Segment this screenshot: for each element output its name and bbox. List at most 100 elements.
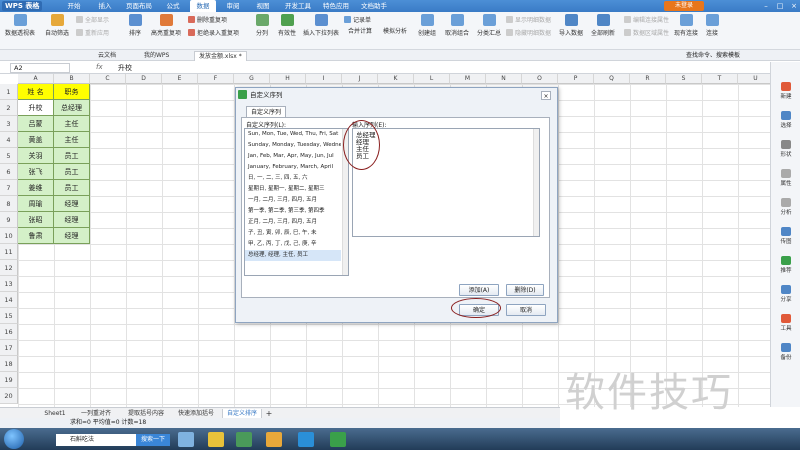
taskbar-folder-icon[interactable] [266,432,282,447]
column-header[interactable]: P [558,74,594,84]
row-header[interactable]: 5 [0,148,18,164]
taskbar-app-icon[interactable] [178,432,194,447]
list-item[interactable]: 星期日, 星期一, 星期二, 星期三 [245,184,341,195]
row-header[interactable]: 20 [0,388,18,404]
maximize-icon[interactable]: □ [774,0,786,12]
table-cell[interactable]: 经理 [54,196,90,212]
close-icon[interactable]: × [788,0,800,12]
reapply-button[interactable]: 重新应用 [76,29,109,39]
side-panel-item[interactable]: 新建 [771,80,800,104]
start-icon[interactable] [4,429,24,449]
range-props-button[interactable]: 数据区域属性 [624,29,669,39]
table-cell[interactable]: 黄盖 [18,132,54,148]
row-header[interactable]: 3 [0,116,18,132]
table-cell[interactable]: 员工 [54,148,90,164]
column-header[interactable]: O [522,74,558,84]
row-header[interactable]: 6 [0,164,18,180]
table-cell[interactable]: 关羽 [18,148,54,164]
column-header[interactable]: D [126,74,162,84]
doc-tab-mywps[interactable]: 我的WPS [140,51,173,61]
autofilter-button[interactable]: 自动筛选 [40,14,74,44]
taskbar-wps-writer-icon[interactable] [298,432,314,447]
menu-tab-assistant[interactable]: 文档助手 [356,0,392,12]
row-header[interactable]: 18 [0,356,18,372]
taskbar-search-button[interactable]: 搜索一下 [136,434,170,446]
cancel-button[interactable]: 取消 [506,304,546,316]
name-box[interactable]: A2 [10,63,70,73]
row-header[interactable]: 8 [0,196,18,212]
delete-duplicates-button[interactable]: 删除重复项 [188,16,227,26]
record-form-button[interactable]: 记录单 [344,16,371,26]
column-header[interactable]: E [162,74,198,84]
list-item[interactable]: 子, 丑, 寅, 卯, 辰, 巳, 午, 未 [245,228,341,239]
show-all-button[interactable]: 全部显示 [76,16,109,26]
row-header[interactable]: 12 [0,260,18,276]
list-item[interactable]: 甲, 乙, 丙, 丁, 戊, 己, 庚, 辛 [245,239,341,250]
column-header[interactable]: B [54,74,90,84]
side-panel-item[interactable]: 传图 [771,225,800,249]
app-logo[interactable]: WPS 表格 [2,1,43,11]
connect-button[interactable]: 连接 [702,14,722,44]
column-header[interactable]: M [450,74,486,84]
menu-tab-developer[interactable]: 开发工具 [280,0,316,12]
row-header[interactable]: 1 [0,84,18,100]
add-button[interactable]: 添加(A) [459,284,499,296]
side-panel-item[interactable]: 分享 [771,283,800,307]
menu-tab-page-layout[interactable]: 页面布局 [120,0,158,12]
table-cell[interactable]: 经理 [54,212,90,228]
column-header[interactable]: I [306,74,342,84]
menu-tab-insert[interactable]: 插入 [92,0,118,12]
custom-list-box[interactable]: Sun, Mon, Tue, Wed, Thu, Fri, Sat Sunday,… [244,128,349,276]
column-header[interactable]: C [90,74,126,84]
table-cell[interactable]: 员工 [54,164,90,180]
table-cell[interactable]: 吕蒙 [18,116,54,132]
side-panel-item[interactable]: 属性 [771,167,800,191]
column-header[interactable]: A [18,74,54,84]
create-group-button[interactable]: 创建组 [414,14,440,44]
table-cell[interactable]: 姜维 [18,180,54,196]
highlight-duplicates-button[interactable]: 高亮重复项 [148,14,184,44]
side-panel-item[interactable]: 推荐 [771,254,800,278]
column-header[interactable]: R [630,74,666,84]
table-cell[interactable]: 员工 [54,180,90,196]
pivot-table-button[interactable]: 数据透视表 [2,14,38,44]
minimize-icon[interactable]: – [760,0,772,12]
table-cell[interactable]: 张飞 [18,164,54,180]
show-detail-button[interactable]: 显示明细数据 [506,16,551,26]
table-cell[interactable]: 升校 [18,100,54,116]
row-header[interactable]: 4 [0,132,18,148]
table-cell[interactable]: 张昭 [18,212,54,228]
list-item[interactable]: 第一季, 第二季, 第三季, 第四季 [245,206,341,217]
row-header[interactable]: 16 [0,324,18,340]
column-header[interactable]: F [198,74,234,84]
list-item[interactable]: 正月, 二月, 三月, 四月, 五月 [245,217,341,228]
list-item[interactable]: 总经理, 经理, 主任, 员工 [245,250,341,261]
list-item[interactable]: 日, 一, 二, 三, 四, 五, 六 [245,173,341,184]
table-cell[interactable]: 总经理 [54,100,90,116]
taskbar-app-icon[interactable] [236,432,252,447]
side-panel-item[interactable]: 选择 [771,109,800,133]
column-header[interactable]: L [414,74,450,84]
row-header[interactable]: 7 [0,180,18,196]
menu-tab-review[interactable]: 审阅 [220,0,246,12]
row-header[interactable]: 15 [0,308,18,324]
dialog-close-icon[interactable]: × [541,91,551,100]
edit-link-props-button[interactable]: 编辑连接属性 [624,16,669,26]
insert-dropdown-button[interactable]: 插入下拉列表 [302,14,340,44]
row-header[interactable]: 11 [0,244,18,260]
column-header[interactable]: N [486,74,522,84]
menu-tab-features[interactable]: 特色应用 [318,0,354,12]
reject-duplicates-button[interactable]: 拒绝录入重复项 [188,29,239,39]
column-header[interactable]: G [234,74,270,84]
side-panel-item[interactable]: 形状 [771,138,800,162]
list-item[interactable]: January, February, March, April [245,162,341,173]
table-cell[interactable]: 周瑜 [18,196,54,212]
column-header[interactable]: K [378,74,414,84]
menu-tab-view[interactable]: 视图 [250,0,276,12]
login-button[interactable]: 未登录 [664,1,704,11]
row-header[interactable]: 19 [0,372,18,388]
row-header[interactable]: 17 [0,340,18,356]
existing-connections-button[interactable]: 现有连接 [672,14,700,44]
ungroup-button[interactable]: 取消组合 [442,14,472,44]
column-header[interactable]: J [342,74,378,84]
